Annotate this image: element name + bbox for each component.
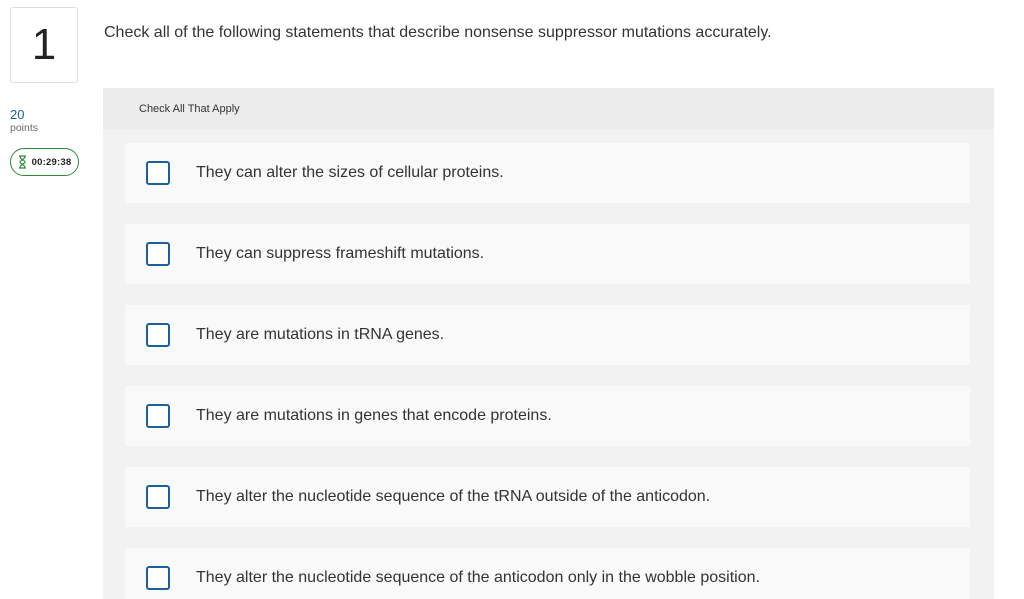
checkbox-unchecked-icon[interactable] [146,566,170,590]
check-all-instruction: Check All That Apply [139,103,240,115]
answer-option[interactable]: They can alter the sizes of cellular pro… [125,143,970,203]
answer-option[interactable]: They alter the nucleotide sequence of th… [125,548,970,599]
hourglass-icon [18,155,26,169]
answer-option-label: They alter the nucleotide sequence of th… [196,569,760,586]
answer-option[interactable]: They are mutations in genes that encode … [125,386,970,446]
checkbox-unchecked-icon[interactable] [146,161,170,185]
checkbox-unchecked-icon[interactable] [146,485,170,509]
question-number: 1 [10,7,78,83]
answer-option-label: They are mutations in genes that encode … [196,407,552,424]
answer-panel-header: Check All That Apply [103,88,994,129]
quiz-page: 1 20 points 00:29:38 Check all of the fo… [0,0,1024,599]
answer-option-label: They alter the nucleotide sequence of th… [196,488,711,505]
answer-option-label: They can suppress frameshift mutations. [196,245,485,262]
points-value: 20 [10,107,25,122]
answer-option[interactable]: They alter the nucleotide sequence of th… [125,467,970,527]
checkbox-unchecked-icon[interactable] [146,404,170,428]
checkbox-unchecked-icon[interactable] [146,323,170,347]
timer-text: 00:29:38 [31,156,72,168]
answer-option-label: They can alter the sizes of cellular pro… [196,164,504,181]
answer-option[interactable]: They can suppress frameshift mutations. [125,224,970,284]
answer-option-label: They are mutations in tRNA genes. [196,326,445,343]
answer-option[interactable]: They are mutations in tRNA genes. [125,305,970,365]
checkbox-unchecked-icon[interactable] [146,242,170,266]
answer-panel: Check All That Apply They can alter the … [103,88,994,599]
timer-badge: 00:29:38 [10,148,79,176]
question-prompt: Check all of the following statements th… [104,24,772,41]
points-label: points [10,122,39,134]
